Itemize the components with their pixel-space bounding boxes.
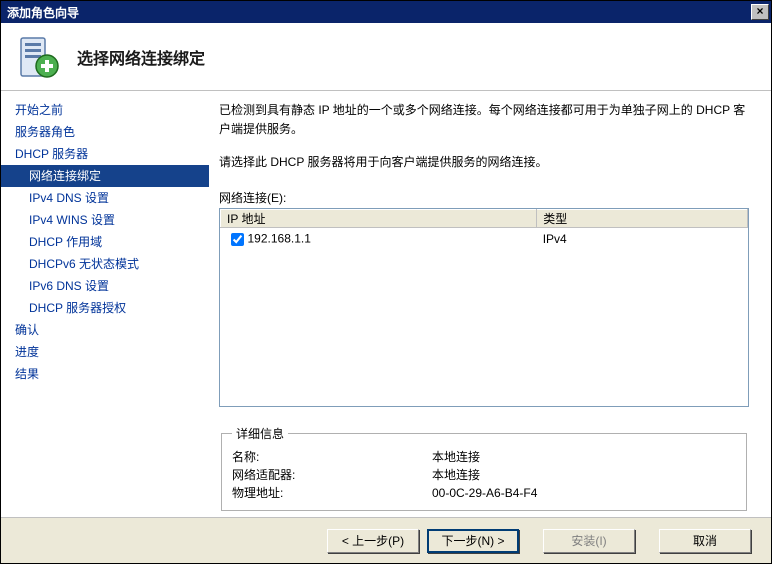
details-legend: 详细信息 <box>232 425 288 442</box>
connections-table: IP 地址 类型 192.168.1.1 IPv4 <box>220 209 748 251</box>
cancel-button[interactable]: 取消 <box>659 529 751 553</box>
sidebar-item-10[interactable]: 确认 <box>1 319 209 341</box>
col-ip[interactable]: IP 地址 <box>221 209 537 227</box>
banner: 选择网络连接绑定 <box>1 23 771 91</box>
wizard-window: 添加角色向导 × 选择网络连接绑定 开始之前服务器角色DHCP 服务器网络连接绑… <box>0 0 772 564</box>
description-1: 已检测到具有静态 IP 地址的一个或多个网络连接。每个网络连接都可用于为单独子网… <box>219 101 749 139</box>
sidebar-item-5[interactable]: IPv4 WINS 设置 <box>1 209 209 231</box>
sidebar-item-3[interactable]: 网络连接绑定 <box>1 165 209 187</box>
sidebar-item-8[interactable]: IPv6 DNS 设置 <box>1 275 209 297</box>
server-role-icon <box>15 34 61 80</box>
connections-table-wrap: IP 地址 类型 192.168.1.1 IPv4 <box>219 208 749 407</box>
description-2: 请选择此 DHCP 服务器将用于向客户端提供服务的网络连接。 <box>219 153 749 172</box>
prev-button[interactable]: < 上一步(P) <box>327 529 419 553</box>
detail-row: 物理地址:00-0C-29-A6-B4-F4 <box>232 484 736 502</box>
sidebar-item-4[interactable]: IPv4 DNS 设置 <box>1 187 209 209</box>
detail-row: 网络适配器:本地连接 <box>232 466 736 484</box>
button-row: < 上一步(P) 下一步(N) > 安装(I) 取消 <box>1 517 771 563</box>
titlebar: 添加角色向导 × <box>1 1 771 23</box>
page-heading: 选择网络连接绑定 <box>77 45 205 69</box>
detail-row: 名称:本地连接 <box>232 448 736 466</box>
sidebar: 开始之前服务器角色DHCP 服务器网络连接绑定IPv4 DNS 设置IPv4 W… <box>1 91 209 517</box>
table-row[interactable]: 192.168.1.1 IPv4 <box>221 227 748 251</box>
detail-value: 00-0C-29-A6-B4-F4 <box>432 484 537 502</box>
close-icon[interactable]: × <box>751 4 769 20</box>
row-type: IPv4 <box>537 227 748 251</box>
col-type[interactable]: 类型 <box>537 209 748 227</box>
sidebar-item-7[interactable]: DHCPv6 无状态模式 <box>1 253 209 275</box>
detail-key: 名称: <box>232 448 432 466</box>
next-button[interactable]: 下一步(N) > <box>427 529 519 553</box>
sidebar-item-0[interactable]: 开始之前 <box>1 99 209 121</box>
detail-key: 网络适配器: <box>232 466 432 484</box>
details-section: 详细信息 名称:本地连接网络适配器:本地连接物理地址:00-0C-29-A6-B… <box>219 425 749 511</box>
install-button: 安装(I) <box>543 529 635 553</box>
window-title: 添加角色向导 <box>7 4 751 21</box>
sidebar-item-9[interactable]: DHCP 服务器授权 <box>1 297 209 319</box>
detail-value: 本地连接 <box>432 448 480 466</box>
detail-value: 本地连接 <box>432 466 480 484</box>
body: 开始之前服务器角色DHCP 服务器网络连接绑定IPv4 DNS 设置IPv4 W… <box>1 91 771 517</box>
details-fieldset: 详细信息 名称:本地连接网络适配器:本地连接物理地址:00-0C-29-A6-B… <box>221 425 747 511</box>
sidebar-item-6[interactable]: DHCP 作用域 <box>1 231 209 253</box>
sidebar-item-2[interactable]: DHCP 服务器 <box>1 143 209 165</box>
sidebar-item-11[interactable]: 进度 <box>1 341 209 363</box>
sidebar-item-12[interactable]: 结果 <box>1 363 209 385</box>
row-ip: 192.168.1.1 <box>248 231 311 245</box>
detail-key: 物理地址: <box>232 484 432 502</box>
row-checkbox[interactable] <box>231 233 244 246</box>
connections-label: 网络连接(E): <box>219 189 749 206</box>
content-pane: 已检测到具有静态 IP 地址的一个或多个网络连接。每个网络连接都可用于为单独子网… <box>209 91 771 517</box>
sidebar-item-1[interactable]: 服务器角色 <box>1 121 209 143</box>
